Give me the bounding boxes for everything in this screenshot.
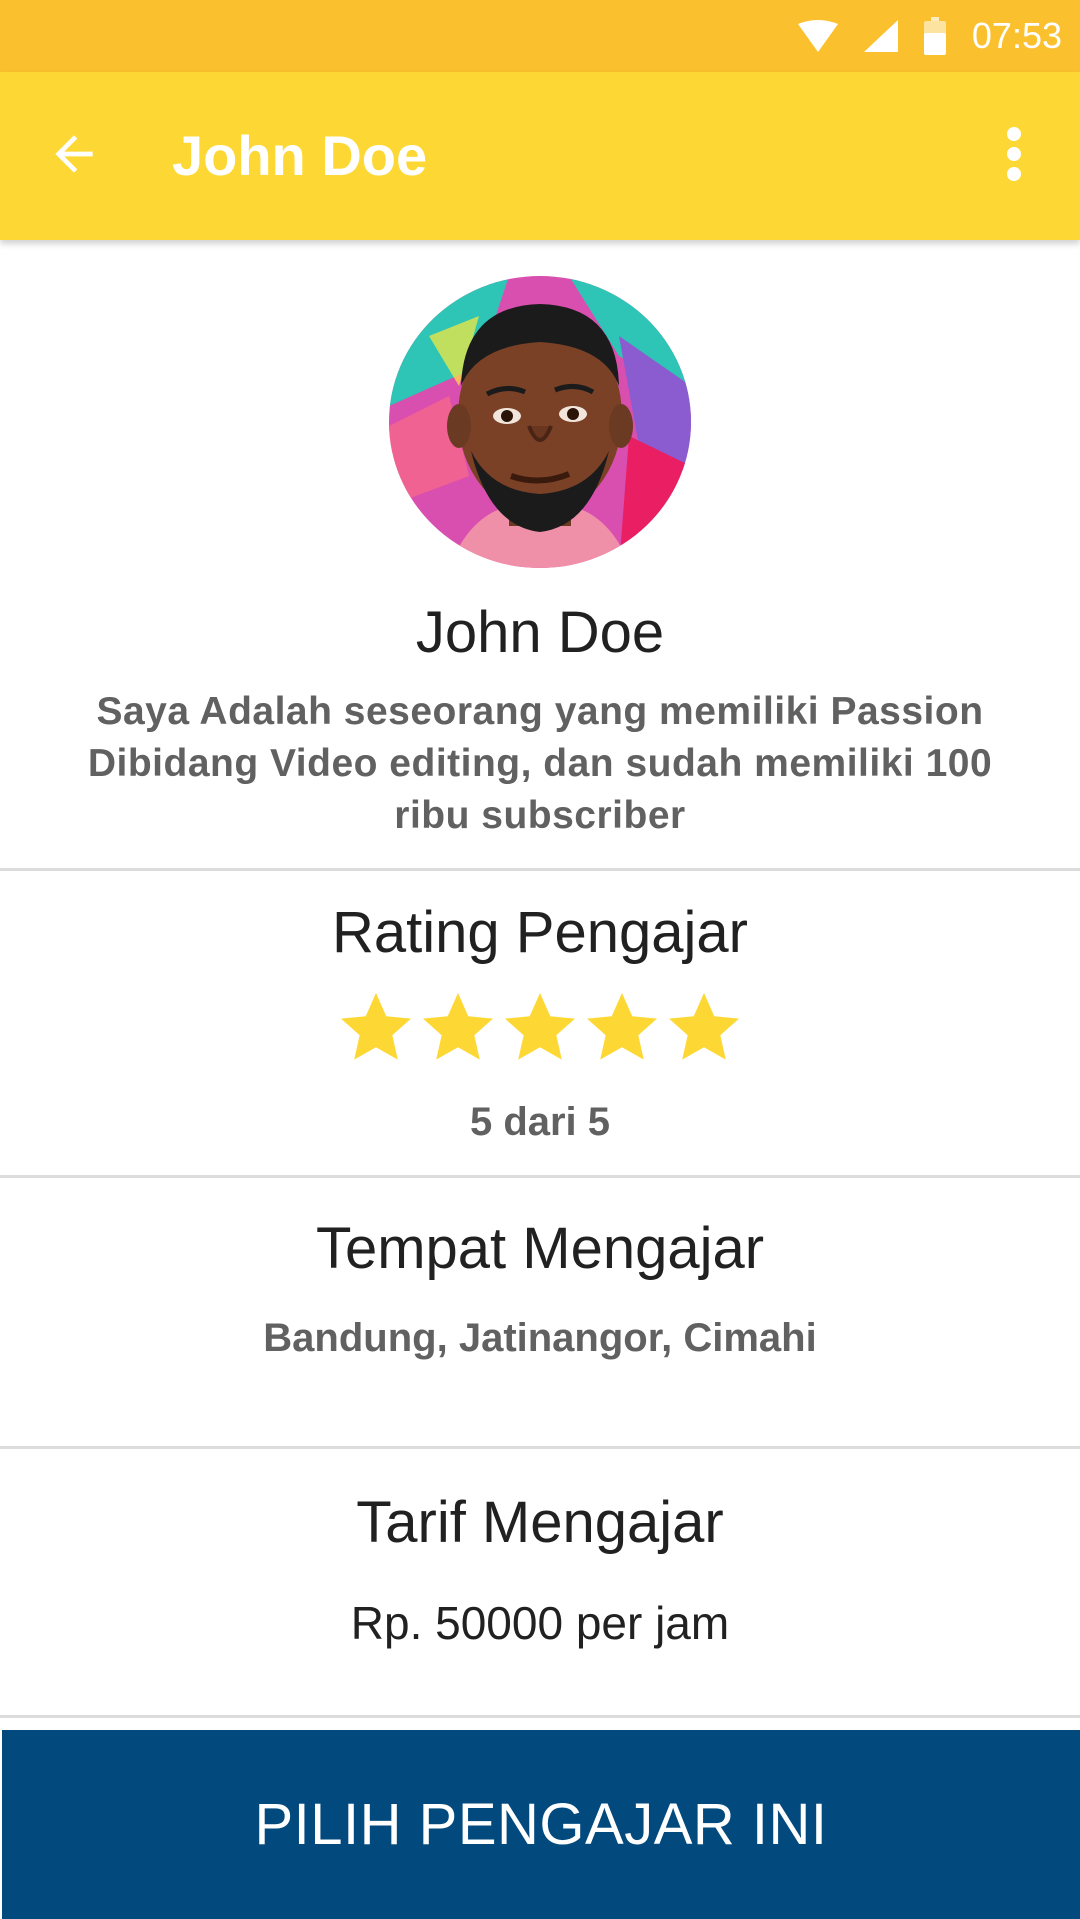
star-icon (587, 993, 657, 1060)
star-icon (341, 993, 411, 1060)
choose-teacher-button[interactable]: PILIH PENGAJAR INI (2, 1730, 1080, 1919)
profile-name: John Doe (415, 600, 665, 665)
star-icon (423, 993, 493, 1060)
status-bar: 07:53 (0, 0, 1080, 72)
arrow-back-icon (46, 126, 102, 187)
profile-bio: Saya Adalah seseorang yang memiliki Pass… (87, 690, 993, 837)
divider (0, 1715, 1080, 1718)
divider (0, 1446, 1080, 1449)
fee-title: Tarif Mengajar (356, 1490, 724, 1555)
avatar (389, 276, 691, 568)
cell-signal-icon (863, 20, 898, 52)
status-icons: 07:53 (797, 0, 1062, 72)
wifi-icon (797, 20, 838, 52)
divider (0, 868, 1080, 871)
star-icon (505, 993, 575, 1060)
location-title: Tempat Mengajar (315, 1216, 765, 1281)
rating-text: 5 dari 5 (469, 1100, 611, 1144)
app-bar-title: John Doe (172, 124, 428, 187)
divider (0, 1175, 1080, 1178)
rating-title: Rating Pengajar (332, 900, 748, 965)
more-options-button[interactable] (984, 116, 1044, 196)
battery-icon (923, 17, 946, 55)
fee-value: Rp. 50000 per jam (350, 1597, 730, 1649)
status-time: 07:53 (971, 15, 1062, 56)
more-vert-icon (1004, 126, 1024, 187)
star-icon (669, 993, 739, 1060)
back-button[interactable] (34, 116, 114, 196)
app-bar: John Doe (0, 72, 1080, 240)
location-value: Bandung, Jatinangor, Cimahi (263, 1316, 817, 1360)
rating-stars (0, 988, 1080, 1068)
